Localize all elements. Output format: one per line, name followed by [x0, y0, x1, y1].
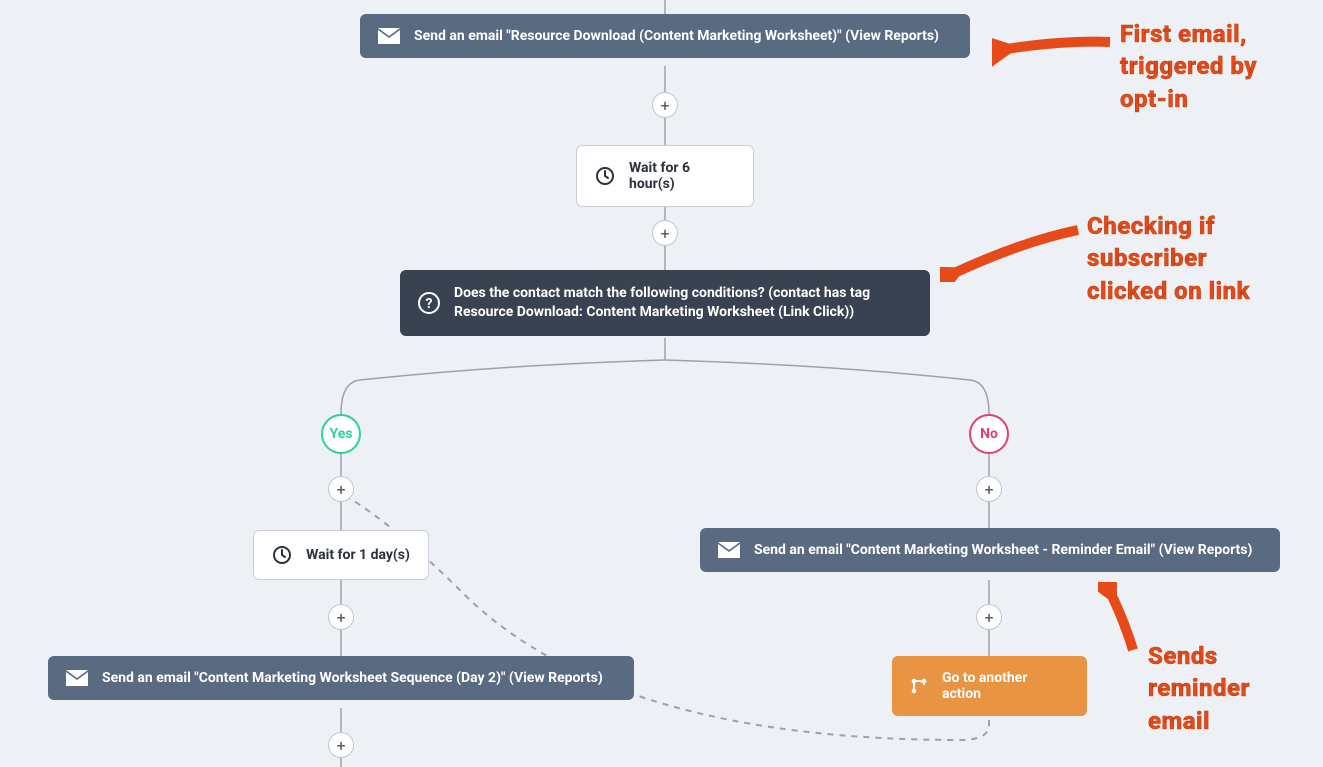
add-step-button[interactable]: +: [976, 476, 1002, 502]
goto-action[interactable]: Go to another action: [892, 656, 1087, 716]
node-label: Go to another action: [942, 670, 1069, 702]
branch-icon: [910, 677, 928, 695]
annotation-checking-click: Checking if subscriber clicked on link: [1087, 210, 1287, 307]
node-label: Wait for 6 hour(s): [629, 160, 735, 192]
branch-yes[interactable]: Yes: [321, 414, 361, 454]
clock-icon: [272, 545, 292, 565]
add-step-button[interactable]: +: [328, 604, 354, 630]
email-action-resource-download[interactable]: Send an email "Resource Download (Conten…: [360, 14, 970, 58]
node-label: Does the contact match the following con…: [454, 284, 894, 322]
node-label: Send an email "Resource Download (Conten…: [414, 28, 939, 44]
annotation-reminder: Sends reminder email: [1148, 640, 1298, 737]
node-label: Send an email "Content Marketing Workshe…: [102, 670, 603, 686]
arrow-icon: [1098, 582, 1148, 652]
email-icon: [718, 542, 740, 558]
annotation-first-email: First email, triggered by opt-in: [1120, 18, 1290, 115]
add-step-button[interactable]: +: [652, 220, 678, 246]
arrow-icon: [992, 28, 1112, 68]
clock-icon: [595, 166, 615, 186]
add-step-button[interactable]: +: [652, 92, 678, 118]
add-step-button[interactable]: +: [976, 604, 1002, 630]
node-label: Wait for 1 day(s): [306, 547, 410, 563]
node-label: Send an email "Content Marketing Workshe…: [754, 542, 1252, 558]
email-icon: [66, 670, 88, 686]
email-icon: [378, 28, 400, 44]
add-step-button[interactable]: +: [328, 476, 354, 502]
arrow-icon: [940, 222, 1080, 282]
branch-no[interactable]: No: [969, 414, 1009, 454]
email-action-day2[interactable]: Send an email "Content Marketing Workshe…: [48, 656, 634, 700]
wait-action-6h[interactable]: Wait for 6 hour(s): [576, 145, 754, 207]
wait-action-1d[interactable]: Wait for 1 day(s): [253, 530, 429, 580]
add-step-button[interactable]: +: [328, 732, 354, 758]
email-action-reminder[interactable]: Send an email "Content Marketing Workshe…: [700, 528, 1280, 572]
svg-text:?: ?: [426, 296, 433, 312]
question-icon: ?: [418, 292, 440, 314]
condition-has-tag[interactable]: ? Does the contact match the following c…: [400, 270, 930, 336]
